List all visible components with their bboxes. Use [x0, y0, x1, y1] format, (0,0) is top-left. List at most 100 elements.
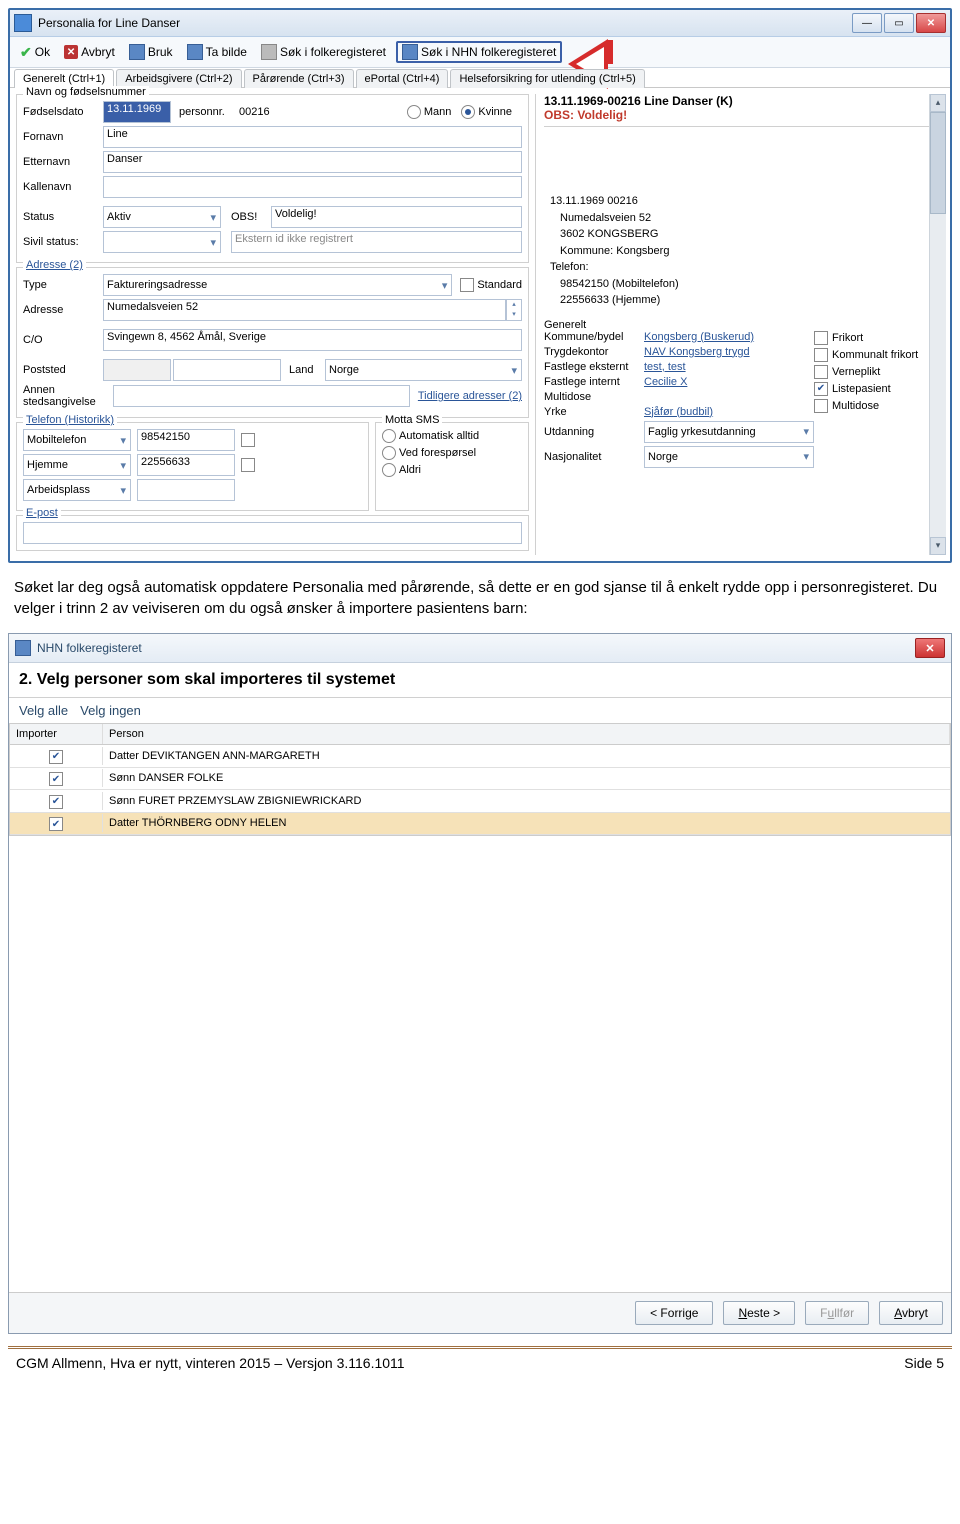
nhn-window: NHN folkeregisteret ✕ 2. Velg personer s… — [8, 633, 952, 1334]
radio-icon — [382, 429, 396, 443]
utd-label: Utdanning — [544, 426, 644, 438]
minimize-button[interactable]: — — [852, 13, 882, 33]
kvinne-radio[interactable]: Kvinne — [461, 105, 512, 119]
utd-select[interactable]: Faglig yrkesutdanning — [644, 421, 814, 443]
nasj-select[interactable]: Norge — [644, 446, 814, 468]
telefon-legend[interactable]: Telefon (Historikk) — [23, 414, 117, 426]
fint-label: Fastlege internt — [544, 376, 644, 388]
page-footer: CGM Allmenn, Hva er nytt, vinteren 2015 … — [8, 1346, 952, 1377]
group-adresse-legend[interactable]: Adresse (2) — [23, 259, 86, 271]
etternavn-input[interactable]: Danser — [103, 151, 522, 173]
sivil-select[interactable] — [103, 231, 221, 253]
epost-input[interactable] — [23, 522, 522, 544]
velg-alle-button[interactable]: Velg alle — [19, 703, 68, 718]
verneplikt-checkbox[interactable] — [814, 365, 828, 379]
standard-checkbox[interactable]: Standard — [460, 278, 522, 292]
scroll-down-icon[interactable]: ▾ — [930, 537, 946, 555]
mobil-select[interactable]: Mobiltelefon — [23, 429, 131, 451]
yrke-link[interactable]: Sjåfør (budbil) — [644, 406, 713, 418]
sms-ved-radio[interactable]: Ved forespørsel — [382, 446, 476, 460]
annen-label: Annen stedsangivelse — [23, 384, 113, 408]
frikort-checkbox[interactable] — [814, 331, 828, 345]
tabilde-button[interactable]: Ta bilde — [183, 42, 251, 62]
fornavn-input[interactable]: Line — [103, 126, 522, 148]
obs-label: OBS! — [231, 211, 271, 223]
obs-input[interactable]: Voldelig! — [271, 206, 522, 228]
land-select[interactable]: Norge — [325, 359, 522, 381]
person-search-icon — [402, 44, 418, 60]
eksternid-input[interactable]: Ekstern id ikke registrert — [231, 231, 522, 253]
epost-legend[interactable]: E-post — [23, 507, 61, 519]
avbryt-button[interactable]: ✕Avbryt — [60, 43, 119, 61]
restore-button[interactable]: ▭ — [884, 13, 914, 33]
import-table: Importer Person ✔Datter DEVIKTANGEN ANN-… — [9, 723, 951, 836]
tab-eportal[interactable]: ePortal (Ctrl+4) — [356, 69, 449, 88]
multidose-checkbox[interactable] — [814, 399, 828, 413]
fext-label: Fastlege eksternt — [544, 361, 644, 373]
close-button[interactable]: ✕ — [916, 13, 946, 33]
tidligere-adresser-link[interactable]: Tidligere adresser (2) — [418, 390, 522, 402]
forrige-button[interactable]: < Forrige — [635, 1301, 713, 1325]
toolbar: ✔Ok ✕Avbryt Bruk Ta bilde Søk i folkereg… — [10, 37, 950, 68]
nhn-title: NHN folkeregisteret — [37, 641, 915, 655]
paragraph-1: Søket lar deg også automatisk oppdatere … — [14, 577, 946, 619]
mobil-checkbox[interactable] — [241, 433, 255, 447]
sms-auto-radio[interactable]: Automatisk alltid — [382, 429, 479, 443]
scrollbar[interactable]: ▴▾ — [929, 94, 946, 555]
trygd-link[interactable]: NAV Kongsberg trygd — [644, 346, 750, 358]
mann-radio[interactable]: Mann — [407, 105, 452, 119]
row-checkbox[interactable]: ✔ — [49, 772, 63, 786]
annen-input[interactable] — [113, 385, 410, 407]
sok-nhn-button[interactable]: Søk i NHN folkeregisteret — [396, 41, 562, 63]
app-icon — [14, 14, 32, 32]
tab-helseforsikring[interactable]: Helseforsikring for utlending (Ctrl+5) — [450, 69, 644, 88]
bruk-button[interactable]: Bruk — [125, 42, 177, 62]
table-row[interactable]: ✔Datter THÖRNBERG ODNY HELEN — [10, 813, 950, 836]
velg-ingen-button[interactable]: Velg ingen — [80, 703, 141, 718]
avbryt-button[interactable]: Avbryt — [879, 1301, 943, 1325]
fullfor-button[interactable]: Fullfør — [805, 1301, 869, 1325]
hjemme-select[interactable]: Hjemme — [23, 454, 131, 476]
camera-icon — [187, 44, 203, 60]
footer-right: Side 5 — [904, 1355, 944, 1371]
row-checkbox[interactable]: ✔ — [49, 817, 63, 831]
group-epost: E-post — [16, 515, 529, 551]
table-row[interactable]: ✔Sønn FURET PRZEMYSLAW ZBIGNIEWRICKARD — [10, 790, 950, 813]
table-row[interactable]: ✔Sønn DANSER FOLKE — [10, 768, 950, 791]
row-checkbox[interactable]: ✔ — [49, 750, 63, 764]
kallenavn-input[interactable] — [103, 176, 522, 198]
poststed-input[interactable] — [173, 359, 281, 381]
scroll-up-icon[interactable]: ▴ — [930, 94, 946, 112]
hjemme-checkbox[interactable] — [241, 458, 255, 472]
fodselsdato-input[interactable]: 13.11.1969 — [103, 101, 171, 123]
mobil-input[interactable]: 98542150 — [137, 429, 235, 451]
arbeid-input[interactable] — [137, 479, 235, 501]
sok-folkeregister-button[interactable]: Søk i folkeregisteret — [257, 42, 390, 62]
status-select[interactable]: Aktiv — [103, 206, 221, 228]
person-cell: Datter DEVIKTANGEN ANN-MARGARETH — [102, 747, 950, 765]
row-checkbox[interactable]: ✔ — [49, 795, 63, 809]
postnr-input[interactable] — [103, 359, 171, 381]
co-input[interactable]: Svingewn 8, 4562 Åmål, Sverige — [103, 329, 522, 351]
ok-button[interactable]: ✔Ok — [16, 42, 54, 63]
patient-header: 13.11.1969-00216 Line Danser (K) — [544, 94, 944, 108]
arbeid-select[interactable]: Arbeidsplass — [23, 479, 131, 501]
fint-link[interactable]: Cecilie X — [644, 376, 687, 388]
kommunalt-checkbox[interactable] — [814, 348, 828, 362]
scroll-thumb[interactable] — [930, 112, 946, 214]
trygd-label: Trygdekontor — [544, 346, 644, 358]
listepasient-checkbox[interactable]: ✔ — [814, 382, 828, 396]
adresse-spin[interactable]: ▴▾ — [506, 299, 522, 321]
nhn-close-button[interactable]: ✕ — [915, 638, 945, 658]
radio-icon — [461, 105, 475, 119]
patient-info: 13.11.1969 00216 Numedalsveien 52 3602 K… — [544, 193, 944, 309]
sms-aldri-radio[interactable]: Aldri — [382, 463, 421, 477]
tab-parorende[interactable]: Pårørende (Ctrl+3) — [244, 69, 354, 88]
neste-button[interactable]: Neste > — [723, 1301, 795, 1325]
table-row[interactable]: ✔ Datter DEVIKTANGEN ANN-MARGARETH — [10, 745, 950, 768]
kommune-link[interactable]: Kongsberg (Buskerud) — [644, 331, 754, 343]
hjemme-input[interactable]: 22556633 — [137, 454, 235, 476]
adresse-input[interactable]: Numedalsveien 52 — [103, 299, 506, 321]
type-select[interactable]: Faktureringsadresse — [103, 274, 452, 296]
fext-link[interactable]: test, test — [644, 361, 686, 373]
